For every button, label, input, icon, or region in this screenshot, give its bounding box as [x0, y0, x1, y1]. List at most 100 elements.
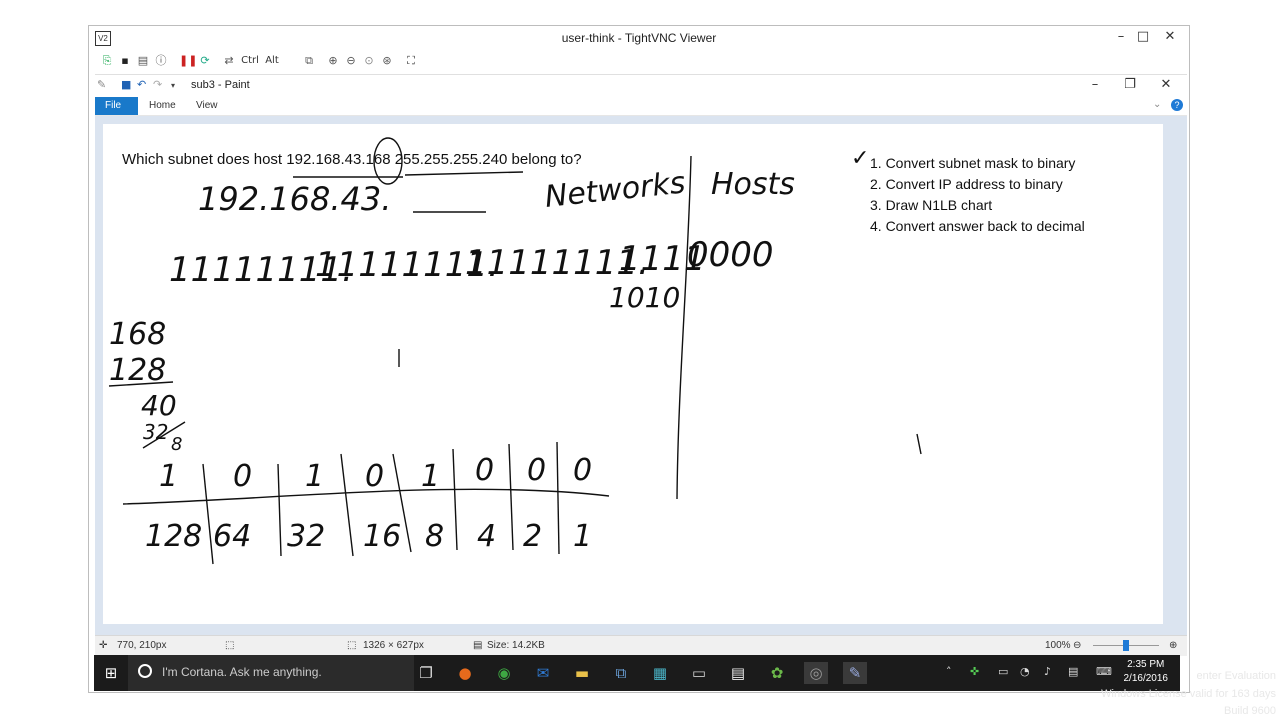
zoom-out-button[interactable]: ⊖ [1073, 640, 1081, 651]
chart-value-5: 4 [477, 519, 496, 554]
zoom-in-icon[interactable]: ⊕ [325, 53, 341, 69]
paint-app-icon: ✎ [97, 78, 107, 91]
notifications-icon[interactable]: ▤ [1068, 665, 1078, 678]
quick-save-icon[interactable]: ■ [121, 78, 131, 91]
firefox-icon[interactable]: ● [453, 662, 477, 684]
file-explorer-icon[interactable]: ▬ [570, 662, 594, 684]
chart-bit-6: 0 [527, 453, 546, 488]
refresh-icon[interactable]: ⟳ [197, 53, 213, 69]
network-icon[interactable]: ◔ [1020, 665, 1030, 678]
hw-networks: Networks [543, 165, 687, 215]
close-button[interactable]: ✕ [1156, 28, 1184, 46]
watermark-line-2: Windows License valid for 163 days [1101, 688, 1276, 700]
undo-icon[interactable]: ↶ [137, 78, 146, 91]
chart-value-3: 16 [363, 519, 401, 554]
terminal-icon[interactable]: ▭ [687, 662, 711, 684]
zoom-slider-thumb[interactable] [1123, 640, 1129, 651]
vnc-title: user-think - TightVNC Viewer [561, 31, 717, 45]
chart-value-7: 1 [573, 519, 592, 554]
transfer-icon[interactable]: ⇄ [221, 53, 237, 69]
zoom-out-icon[interactable]: ⊖ [343, 53, 359, 69]
battery-icon[interactable]: ▭ [998, 665, 1008, 678]
show-hidden-icons-icon[interactable]: ˄ [946, 665, 952, 678]
start-windows-icon[interactable]: ⊞ [99, 662, 123, 684]
app-icon[interactable]: ▦ [648, 662, 672, 684]
volume-icon[interactable]: ♪ [1044, 665, 1051, 678]
cortana-icon [138, 664, 152, 678]
taskbar: ⊞ I'm Cortana. Ask me anything. ❐ ● ◉ ✉ … [94, 655, 1180, 691]
image-size-icon: ⬚ [347, 640, 357, 651]
tab-file[interactable]: File [95, 97, 138, 115]
selection-icon: ⬚ [225, 640, 235, 651]
paint-restore-button[interactable]: ❐ [1116, 76, 1144, 94]
alt-key-button[interactable]: Alt [263, 53, 281, 69]
tab-view[interactable]: View [186, 97, 228, 115]
collapse-ribbon-icon[interactable]: ⌄ [1153, 99, 1161, 110]
chart-bit-4: 1 [421, 459, 440, 494]
document-icon[interactable]: ▤ [726, 662, 750, 684]
zoom-reset-icon[interactable]: ⊙ [361, 53, 377, 69]
maximize-button[interactable]: □ [1129, 28, 1157, 46]
clipboard-icon[interactable]: ⧉ [301, 53, 317, 69]
cortana-placeholder: I'm Cortana. Ask me anything. [162, 665, 322, 679]
redo-icon[interactable]: ↷ [153, 78, 162, 91]
chart-bit-5: 0 [475, 453, 494, 488]
cursor-position-icon: ✛ [99, 640, 108, 651]
paint-taskbar-icon[interactable]: ✎ [843, 662, 867, 684]
cortana-search-box[interactable]: I'm Cortana. Ask me anything. [128, 655, 414, 691]
hw-calc-1: 168 [109, 317, 166, 352]
hw-bits-4b: 0000 [687, 235, 774, 275]
paint-workspace: Which subnet does host 192.168.43.168 25… [95, 116, 1187, 647]
new-connection-icon[interactable]: ⎘ [99, 53, 115, 69]
chart-value-1: 64 [213, 519, 251, 554]
keyboard-icon[interactable]: ⌨ [1096, 665, 1112, 678]
paint-canvas[interactable]: Which subnet does host 192.168.43.168 25… [103, 124, 1163, 624]
zoom-in-button[interactable]: ⊕ [1169, 640, 1177, 651]
chart-bit-3: 0 [365, 459, 384, 494]
status-bar: ✛ 770, 210px ⬚ ⬚ 1326 × 627px ▤ Size: 14… [95, 635, 1187, 656]
file-size-icon: ▤ [473, 640, 483, 651]
fullscreen-icon[interactable]: ⛶ [403, 53, 419, 69]
info-icon[interactable]: ⓘ [153, 53, 169, 69]
options-icon[interactable]: ▤ [135, 53, 151, 69]
pause-icon[interactable]: ❚❚ [179, 53, 197, 69]
hw-hosts: Hosts [711, 167, 795, 202]
paint-close-button[interactable]: ✕ [1152, 76, 1180, 94]
chrome-icon[interactable]: ◉ [492, 662, 516, 684]
chart-bit-7: 0 [573, 453, 592, 488]
vnc-window: V2 user-think - TightVNC Viewer – □ ✕ ⎘ … [88, 25, 1190, 693]
task-view-icon[interactable]: ❐ [414, 662, 438, 684]
hw-calc-3: 40 [141, 389, 177, 422]
taskbar-clock[interactable]: 2:35 PM 2/16/2016 [1124, 658, 1169, 686]
file-size: Size: 14.2KB [487, 640, 545, 651]
usb-icon[interactable]: ✜ [970, 665, 979, 678]
paint-minimize-button[interactable]: – [1081, 76, 1109, 94]
cursor-position: 770, 210px [117, 640, 167, 651]
zoom-level: 100% [1045, 640, 1071, 651]
outlook-icon[interactable]: ✉ [531, 662, 555, 684]
vnc-taskbar-icon[interactable]: ◎ [804, 662, 828, 684]
clock-date: 2/16/2016 [1123, 673, 1169, 684]
watermark-line-1: enter Evaluation [1196, 670, 1277, 682]
image-size: 1326 × 627px [363, 640, 424, 651]
tab-home[interactable]: Home [139, 97, 186, 115]
vnc-titlebar[interactable]: V2 user-think - TightVNC Viewer – □ ✕ [89, 26, 1189, 50]
hw-calc-5: 8 [171, 434, 182, 455]
help-icon[interactable]: ? [1171, 99, 1183, 111]
customize-quick-access-icon[interactable]: ▾ [171, 81, 175, 90]
zoom-fit-icon[interactable]: ⊛ [379, 53, 395, 69]
ribbon-tabs: File Home View ⌄ ? [95, 97, 1187, 116]
chart-bit-1: 0 [233, 459, 252, 494]
network-tool-icon[interactable]: ⧉ [609, 662, 633, 684]
android-studio-icon[interactable]: ✿ [765, 662, 789, 684]
paint-titlebar[interactable]: ✎ ■ ↶ ↷ ▾ sub3 - Paint – ❐ ✕ [95, 75, 1187, 97]
save-icon[interactable]: ▪ [117, 53, 133, 69]
ctrl-key-button[interactable]: Ctrl [241, 53, 259, 69]
chart-value-2: 32 [287, 519, 325, 554]
watermark-line-3: Build 9600 [1224, 705, 1276, 717]
chart-value-4: 8 [425, 519, 444, 554]
handwriting-layer: 192.168.43. Networks Hosts 11111111. 111… [108, 137, 922, 565]
chart-bit-2: 1 [305, 459, 324, 494]
chart-bit-0: 1 [159, 459, 178, 494]
chart-value-0: 128 [145, 519, 202, 554]
